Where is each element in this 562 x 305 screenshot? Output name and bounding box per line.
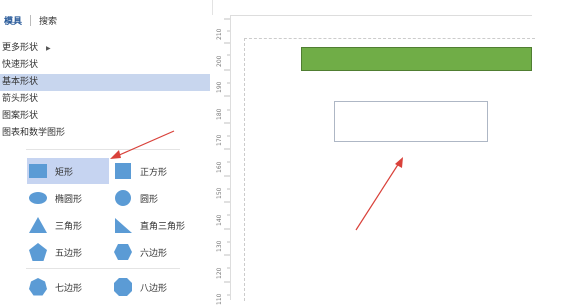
annotation-arrows bbox=[110, 130, 403, 231]
arrow-to-rectangle-tool bbox=[110, 130, 175, 159]
arrow-to-canvas-shape bbox=[355, 157, 403, 231]
